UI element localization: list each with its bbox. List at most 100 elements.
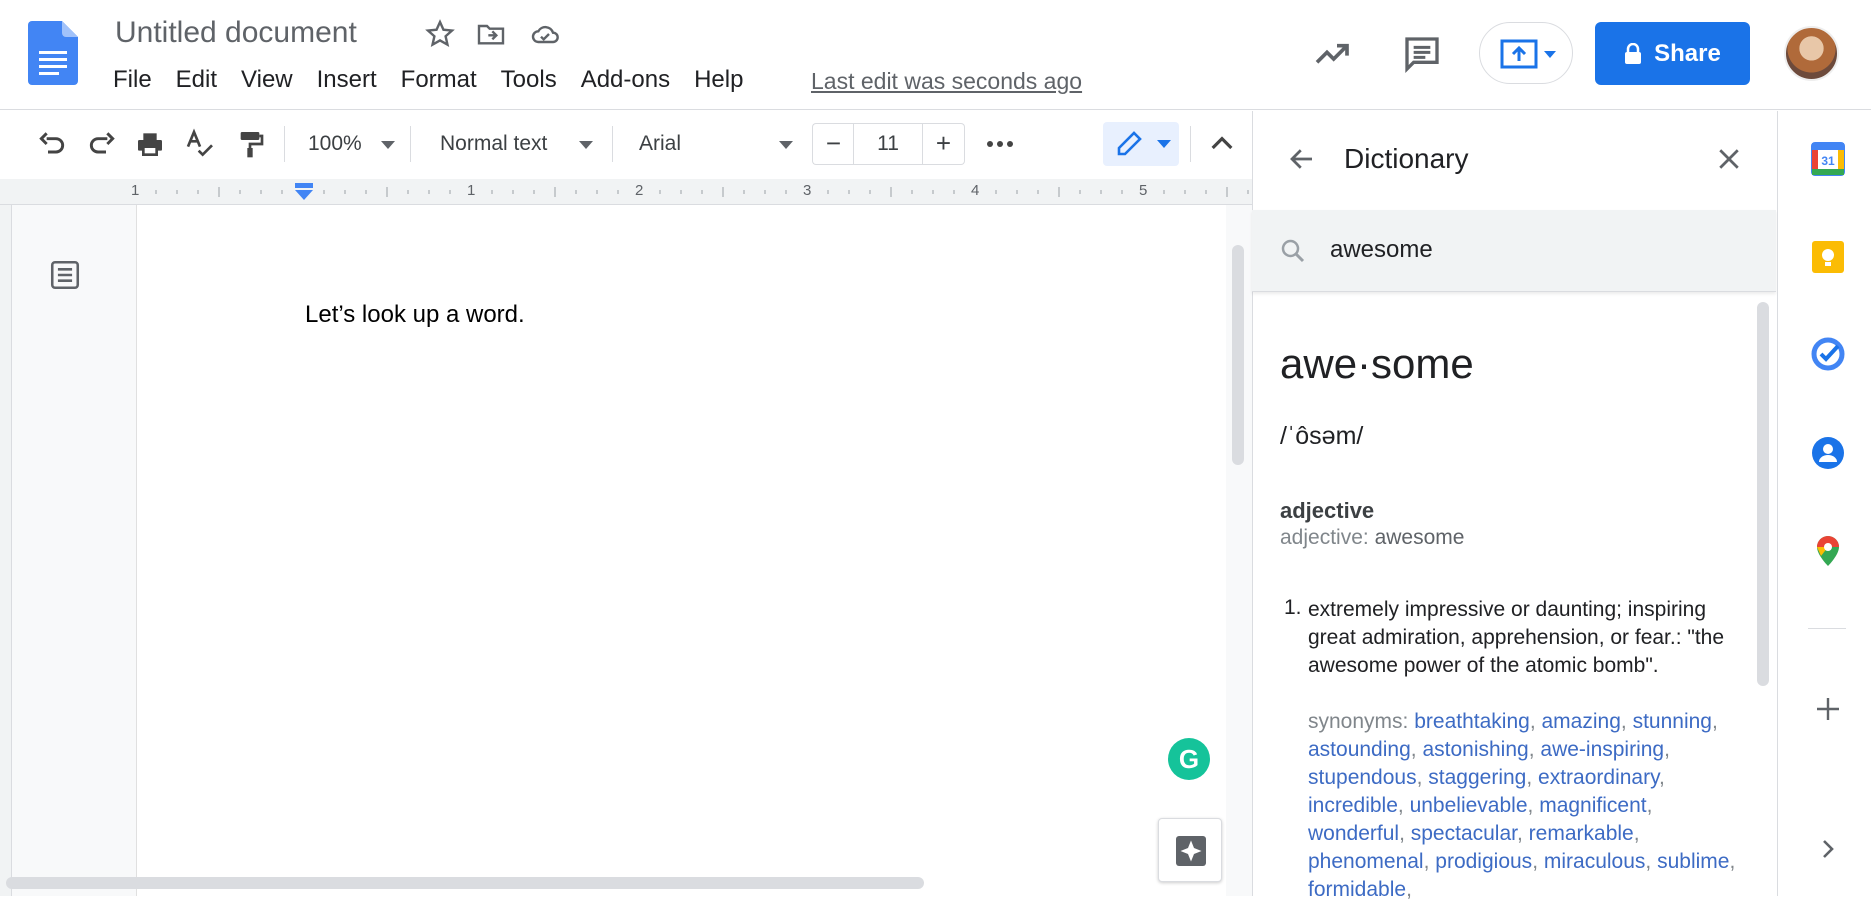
dictionary-scrollbar[interactable] [1757,302,1769,686]
document-scrollbar[interactable] [1232,245,1244,465]
document-body-text[interactable]: Let’s look up a word. [305,301,525,329]
synonym-link[interactable]: extraordinary [1538,766,1659,789]
ruler-number: 1 [467,182,476,199]
document-title[interactable]: Untitled document [115,16,357,50]
pos-label: adjective: [1280,526,1369,549]
synonym-link[interactable]: formidable [1308,878,1406,901]
toolbar-divider [1190,126,1191,162]
collapse-icon[interactable] [1206,128,1238,160]
font-size-increase-button[interactable]: + [923,123,965,165]
menu-addons[interactable]: Add-ons [581,66,670,94]
synonym-link[interactable]: staggering [1428,766,1526,789]
outline-icon[interactable] [48,258,82,292]
menu-insert[interactable]: Insert [317,66,377,94]
zoom-caret-icon[interactable] [381,141,395,149]
star-icon[interactable] [424,18,456,50]
toolbar-divider [284,126,285,162]
docs-logo-icon[interactable] [28,21,78,85]
menu-view[interactable]: View [241,66,293,94]
synonym-links: breathtaking, amazing, stunning, astound… [1308,710,1736,901]
dictionary-pos-label: adjective: awesome [1280,526,1464,550]
dictionary-title: Dictionary [1344,143,1469,174]
tasks-icon[interactable] [1811,337,1845,371]
spellcheck-icon[interactable] [184,128,216,160]
synonym-link[interactable]: sublime [1657,850,1729,873]
synonym-link[interactable]: phenomenal [1308,850,1424,873]
avatar[interactable] [1784,26,1839,81]
horizontal-scrollbar[interactable] [6,877,924,889]
dictionary-search-input[interactable] [1330,236,1730,264]
synonym-link[interactable]: amazing [1542,710,1621,733]
grammarly-button[interactable]: G [1168,738,1210,780]
synonym-link[interactable]: spectacular [1411,822,1517,845]
close-icon[interactable] [1714,144,1744,174]
synonym-link[interactable]: breathtaking [1414,710,1530,733]
pos-value: awesome [1374,526,1465,549]
synonym-link[interactable]: astonishing [1422,738,1528,761]
explore-button[interactable] [1158,818,1222,882]
synonym-link[interactable]: remarkable [1529,822,1634,845]
add-icon[interactable] [1811,692,1845,726]
font-caret-icon[interactable] [779,141,793,149]
ruler-number: 4 [971,182,980,199]
present-button[interactable] [1479,22,1573,84]
synonym-link[interactable]: miraculous [1544,850,1646,873]
font-select[interactable]: Arial [639,132,681,156]
redo-icon[interactable] [86,128,118,160]
synonyms-list: synonyms: breathtaking, amazing, stunnin… [1308,708,1738,904]
synonym-link[interactable]: stunning [1633,710,1712,733]
synonym-link[interactable]: prodigious [1435,850,1532,873]
print-icon[interactable] [134,128,166,160]
zoom-select[interactable]: 100% [308,132,362,156]
style-select[interactable]: Normal text [440,132,547,156]
synonym-link[interactable]: astounding [1308,738,1411,761]
paint-format-icon[interactable] [234,128,266,160]
menu-format[interactable]: Format [401,66,477,94]
rail-divider [1808,628,1846,629]
menu-help[interactable]: Help [694,66,743,94]
synonyms-label: synonyms: [1308,710,1409,733]
synonym-link[interactable]: incredible [1308,794,1398,817]
chevron-right-icon[interactable] [1811,832,1845,866]
style-caret-icon[interactable] [579,141,593,149]
synonym-link[interactable]: stupendous [1308,766,1417,789]
share-label: Share [1654,39,1721,67]
synonym-link[interactable]: unbelievable [1410,794,1528,817]
menu-file[interactable]: File [113,66,152,94]
editing-mode-button[interactable] [1103,122,1179,166]
side-panel-rail [1777,111,1871,896]
dictionary-phonetic: /ˈôsəm/ [1280,422,1364,450]
undo-icon[interactable] [36,128,68,160]
more-icon[interactable] [984,130,1016,158]
dictionary-part-of-speech: adjective [1280,498,1375,523]
comment-icon[interactable] [1402,34,1442,74]
toolbar-divider [410,126,411,162]
font-size-input[interactable]: 11 [853,123,923,165]
sparkle-icon [1176,836,1206,866]
share-button[interactable]: Share [1595,22,1750,85]
last-edit-link[interactable]: Last edit was seconds ago [811,68,1082,95]
indent-marker-icon[interactable] [293,181,315,201]
pencil-icon [1117,131,1171,156]
maps-icon[interactable] [1811,534,1845,568]
calendar-day: 31 [1821,154,1835,168]
dictionary-headword: awe·some [1280,340,1474,387]
contacts-icon[interactable] [1811,436,1845,470]
cloud-saved-icon[interactable] [529,18,561,50]
horizontal-ruler[interactable]: 1 1 2 3 4 5 [0,179,1252,205]
keep-icon[interactable] [1811,240,1845,274]
menu-bar: File Edit View Insert Format Tools Add-o… [113,66,767,94]
ruler-number: 3 [803,182,812,199]
synonym-link[interactable]: magnificent [1539,794,1646,817]
menu-edit[interactable]: Edit [176,66,217,94]
vertical-ruler[interactable] [0,205,12,896]
synonym-link[interactable]: wonderful [1308,822,1399,845]
activity-trend-icon[interactable] [1312,34,1352,74]
document-page[interactable] [136,205,1226,896]
move-folder-icon[interactable] [475,18,507,50]
font-size-decrease-button[interactable]: − [812,123,854,165]
synonym-link[interactable]: awe-inspiring [1540,738,1664,761]
menu-tools[interactable]: Tools [501,66,557,94]
calendar-icon[interactable]: 31 [1811,142,1845,176]
back-arrow-icon[interactable] [1287,144,1317,174]
